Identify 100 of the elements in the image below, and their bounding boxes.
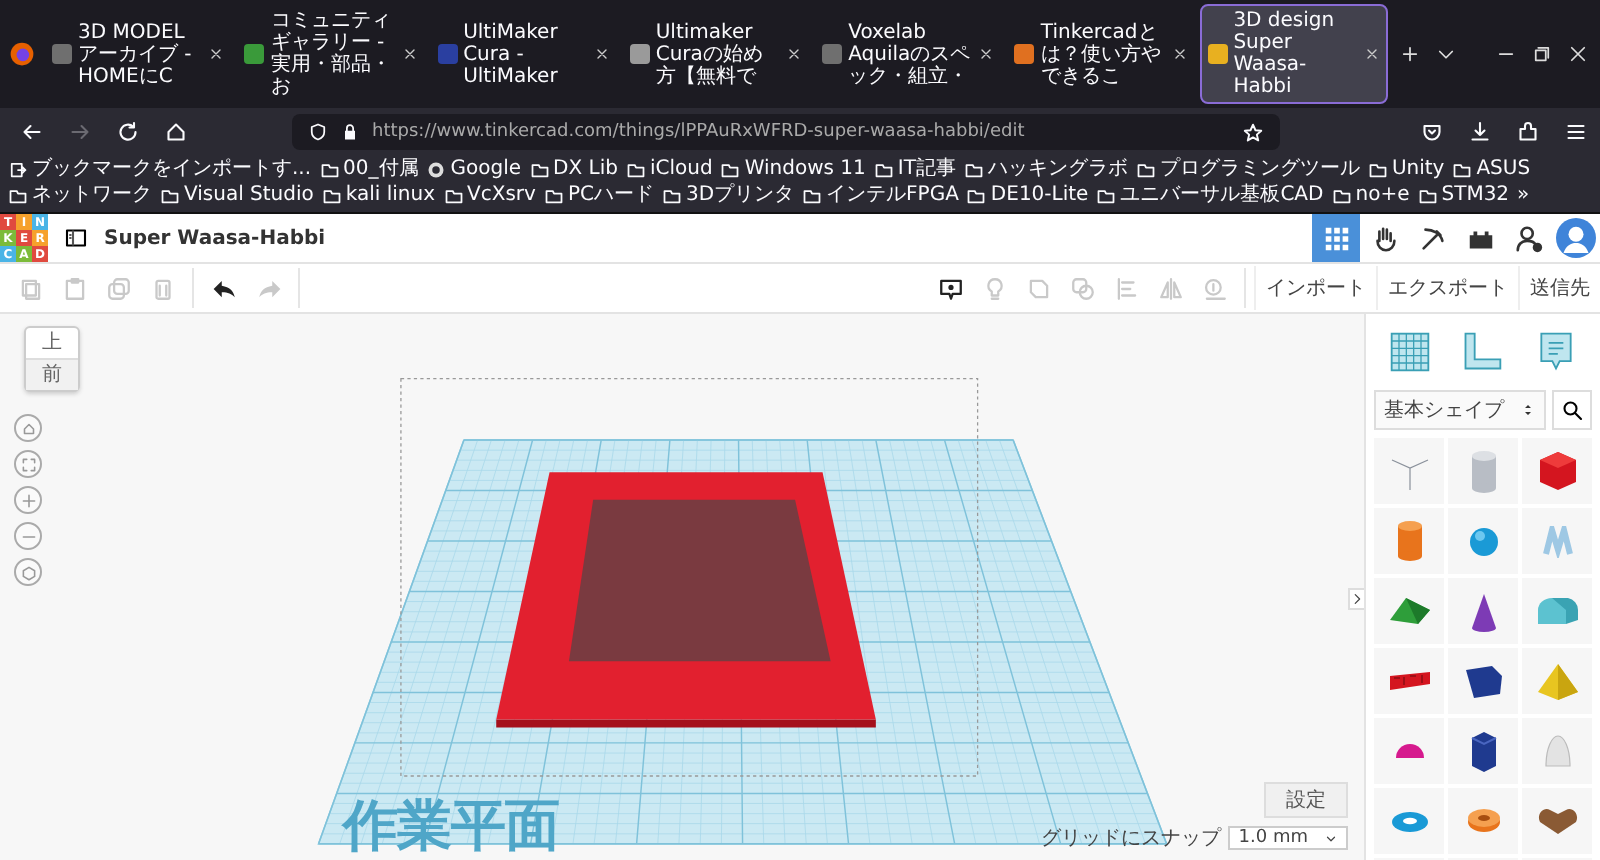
search-button[interactable]: [1552, 390, 1592, 430]
polygon-shape-icon: [1469, 729, 1497, 773]
bookmark[interactable]: 3Dプリンタ: [661, 184, 795, 208]
perspective-button[interactable]: [14, 558, 42, 586]
folder-icon: [802, 186, 823, 206]
home-view-button[interactable]: [14, 414, 42, 442]
bookmark[interactable]: kali linux: [321, 184, 436, 208]
bookmark[interactable]: ハッキングラボ: [963, 158, 1128, 182]
browser-tab[interactable]: 3D MODEL アーカイブ - HOMEにC: [44, 15, 233, 93]
tab-title: Tinkercadとは？使い方やできるこ: [1040, 21, 1163, 87]
bookmark[interactable]: VcXsrv: [443, 184, 536, 208]
panel-collapse-handle[interactable]: [1348, 587, 1364, 609]
folder-icon: [529, 160, 550, 180]
folder-icon: [720, 160, 741, 180]
folder-icon: [966, 186, 987, 206]
mirror-icon: [1157, 275, 1183, 301]
bookmark[interactable]: IT記事: [873, 158, 956, 182]
chevron-right-icon: [1350, 589, 1364, 607]
trash-icon: [149, 275, 175, 301]
undo-arrow-icon: [211, 275, 237, 301]
light-bulb-icon: [981, 275, 1007, 301]
user-add-icon: [1513, 223, 1543, 253]
cylinder-hole-shape-icon: [1469, 449, 1497, 493]
close-icon: [978, 46, 995, 62]
menu-icon: [1564, 120, 1588, 144]
bookmark[interactable]: Unity: [1367, 158, 1445, 182]
bookmark[interactable]: ブックマークをインポートす...: [8, 158, 312, 182]
bookmark[interactable]: プログラミングツール: [1135, 158, 1360, 182]
fit-view-button[interactable]: [14, 450, 42, 478]
duplicate-icon: [105, 275, 131, 301]
bookmark[interactable]: ユニバーサル基板CAD: [1096, 184, 1324, 208]
folder-icon: [160, 186, 180, 206]
panel-toggle-icon: [64, 225, 88, 249]
ruler-tool-button[interactable]: [1460, 330, 1505, 374]
folder-icon: [1135, 160, 1156, 180]
pocket-icon: [1420, 120, 1444, 144]
zoom-in-button[interactable]: [14, 486, 42, 514]
toolbar-action-button[interactable]: エクスポート: [1376, 266, 1518, 310]
sphere-shape-icon: [1467, 525, 1499, 557]
tab-title: Ultimaker Curaの始め方【無料で: [655, 21, 765, 87]
close-window-icon: [1568, 44, 1588, 64]
toolbar-action-button[interactable]: 送信先: [1518, 266, 1600, 310]
bookmark[interactable]: no+e: [1331, 184, 1410, 208]
browser-tab[interactable]: 3D design Super Waasa-Habbi: [1199, 4, 1388, 104]
folder-icon: [873, 160, 894, 180]
pyramid-shape-icon: [1535, 661, 1579, 701]
snap-value-dropdown[interactable]: 1.0 mm: [1228, 826, 1348, 850]
shape-category-dropdown[interactable]: 基本シェイプ: [1374, 390, 1546, 430]
frame-model[interactable]: [496, 472, 876, 728]
folder-icon: [963, 160, 984, 180]
bookmark[interactable]: DX Lib: [529, 158, 618, 182]
tab-title: コミュニティギャラリー - 実用・部品・お: [270, 10, 393, 98]
bookmark[interactable]: ネットワーク: [8, 184, 152, 208]
copy-icon: [17, 275, 43, 301]
design-title[interactable]: Super Waasa-Habbi: [104, 227, 326, 249]
view-front-label: 前: [26, 358, 78, 390]
bookmark[interactable]: STM32: [1417, 184, 1510, 208]
updown-caret-icon: [1520, 402, 1536, 418]
bookmark[interactable]: ASUS: [1452, 158, 1531, 182]
workplane-tool-button[interactable]: [1388, 330, 1433, 374]
grid-icon: [1321, 223, 1351, 253]
browser-tab[interactable]: Ultimaker Curaの始め方【無料で: [621, 15, 811, 93]
bookmark[interactable]: インテルFPGA: [802, 184, 959, 208]
folder-icon: [321, 186, 342, 206]
browser-tab[interactable]: Tinkercadとは？使い方やできるこ: [1006, 15, 1196, 93]
zoom-out-button[interactable]: [14, 522, 42, 550]
scribble-shape-icon: [1541, 525, 1573, 557]
browser-tab[interactable]: UltiMaker Cura - UltiMaker: [429, 15, 618, 93]
ruler-icon: [1460, 330, 1505, 374]
close-icon: [1363, 46, 1380, 62]
bookmark[interactable]: PCハード: [543, 184, 654, 208]
import-icon: [8, 160, 28, 180]
tab-title: UltiMaker Cura - UltiMaker: [463, 21, 560, 87]
round-roof-shape-icon: [1535, 596, 1579, 626]
bookmark[interactable]: iCloud: [625, 158, 713, 182]
text-shape-icon: [1387, 670, 1431, 692]
bookmark[interactable]: Google: [426, 158, 522, 182]
toolbar-action-button[interactable]: インポート: [1254, 266, 1376, 310]
close-icon: [786, 46, 803, 62]
puzzle-icon: [1516, 120, 1540, 144]
folder-icon: [1417, 186, 1438, 206]
cone-shape-icon: [1469, 591, 1497, 631]
view-cube[interactable]: 上 前: [24, 326, 80, 392]
view-top-label: 上: [40, 329, 64, 358]
torus-shape-icon: [1389, 810, 1429, 832]
bookmark[interactable]: Visual Studio: [160, 184, 314, 208]
bookmark[interactable]: Windows 11: [720, 158, 866, 182]
bookmark[interactable]: DE10-Lite: [966, 184, 1089, 208]
cube-icon: [19, 563, 37, 581]
plus-icon: [19, 491, 37, 509]
bookmark[interactable]: 00_付属: [319, 158, 419, 182]
avatar-view-button[interactable]: [1552, 214, 1600, 262]
browser-tab[interactable]: Voxelab Aquilaのスペック・組立・: [814, 15, 1003, 93]
search-icon: [1560, 398, 1584, 422]
address-bar[interactable]: https://www.tinkercad.com/things/lPPAuRxWFRD-super-waasa-habbi/edit: [292, 114, 1280, 150]
back-arrow-icon: [20, 120, 44, 144]
folder-icon: [8, 186, 28, 206]
settings-button[interactable]: 設定: [1264, 782, 1348, 818]
browser-tab[interactable]: コミュニティギャラリー - 実用・部品・お: [236, 4, 426, 104]
bookmarks-overflow-button[interactable]: »: [1517, 184, 1530, 208]
